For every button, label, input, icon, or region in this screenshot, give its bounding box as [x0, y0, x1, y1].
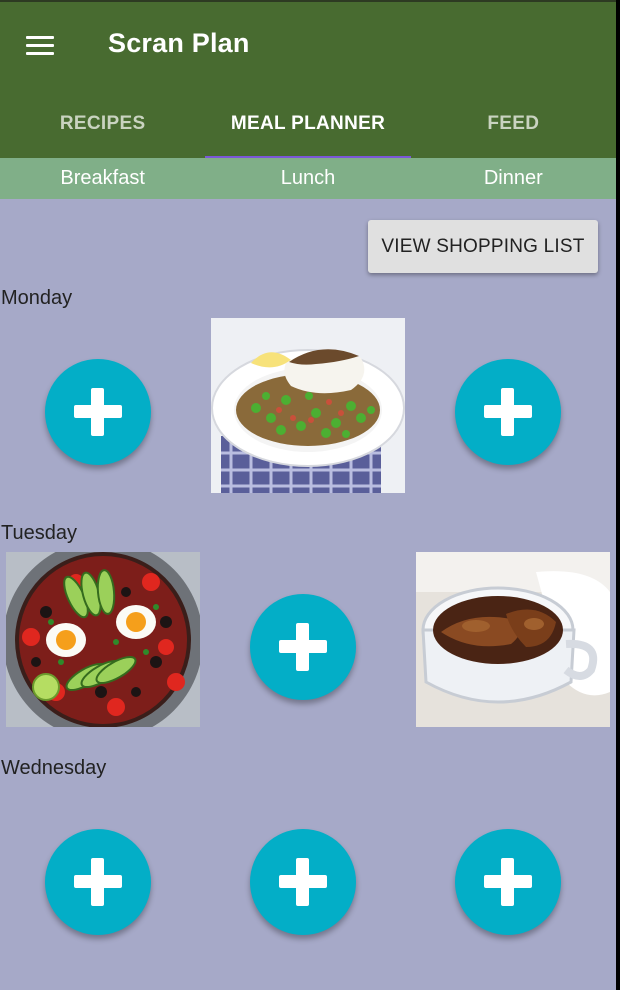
add-meal-button[interactable]	[455, 829, 561, 935]
add-meal-button[interactable]	[45, 829, 151, 935]
day-label-monday: Monday	[1, 287, 73, 309]
tab-meal-planner[interactable]: MEAL PLANNER	[205, 98, 411, 160]
meal-type-bar: Breakfast Lunch Dinner	[0, 158, 616, 199]
meal-photo-fish-peas[interactable]	[211, 318, 405, 493]
tab-feed[interactable]: FEED	[411, 98, 616, 160]
app-screen: Scran Plan RECIPES MEAL PLANNER FEED Bre…	[0, 0, 616, 990]
tab-recipes[interactable]: RECIPES	[0, 98, 205, 160]
add-meal-button[interactable]	[250, 829, 356, 935]
view-shopping-list-button[interactable]: VIEW SHOPPING LIST	[368, 220, 598, 273]
meal-photo-shakshuka[interactable]	[6, 552, 200, 727]
meal-type-breakfast[interactable]: Breakfast	[0, 158, 205, 199]
add-meal-button[interactable]	[455, 359, 561, 465]
add-meal-button[interactable]	[45, 359, 151, 465]
day-label-wednesday: Wednesday	[1, 757, 107, 779]
meal-photo-chicken-casserole[interactable]	[416, 552, 610, 727]
day-label-tuesday: Tuesday	[1, 522, 77, 544]
main-tabs: RECIPES MEAL PLANNER FEED	[0, 98, 616, 160]
meal-type-dinner[interactable]: Dinner	[411, 158, 616, 199]
app-title: Scran Plan	[108, 28, 250, 58]
app-toolbar: Scran Plan RECIPES MEAL PLANNER FEED	[0, 0, 616, 160]
add-meal-button[interactable]	[250, 594, 356, 700]
meal-type-lunch[interactable]: Lunch	[205, 158, 410, 199]
menu-icon[interactable]	[22, 28, 62, 64]
screen-edge	[616, 0, 620, 990]
